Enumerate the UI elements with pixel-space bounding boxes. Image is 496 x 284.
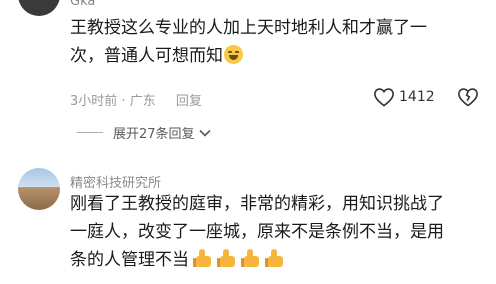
reply-button[interactable]: 回复 — [176, 94, 202, 109]
dislike-button[interactable] — [457, 87, 479, 107]
avatar[interactable] — [18, 168, 60, 210]
username[interactable]: Gka — [70, 0, 95, 9]
comment-text: 王教授这么专业的人加上天时地利人和才赢了一 次，普通人可想而知 — [70, 14, 490, 70]
comment-line: 王教授这么专业的人加上天时地利人和才赢了一 — [70, 18, 427, 38]
broken-heart-icon — [458, 88, 478, 107]
expand-replies-label: 展开27条回复 — [113, 127, 195, 142]
thumbs-up-icon — [265, 248, 285, 268]
thumbs-up-icon — [241, 248, 261, 268]
grinning-sweat-emoji-icon — [224, 45, 243, 64]
like-button[interactable]: 1412 — [373, 87, 435, 107]
timestamp: 3小时前 — [70, 94, 118, 109]
avatar[interactable] — [18, 0, 60, 16]
replies-divider — [77, 132, 103, 133]
comment-meta: 3小时前 · 广东 回复 — [70, 90, 202, 109]
location: 广东 — [129, 94, 156, 109]
comment-text: 刚看了王教授的庭审，非常的精彩，用知识挑战了 一庭人，改变了一座城，原来不是条例… — [70, 190, 490, 274]
separator: · — [121, 94, 126, 109]
chevron-down-icon — [198, 129, 211, 137]
comment-line: 一庭人，改变了一座城，原来不是条例不当，是用 — [70, 222, 444, 242]
thumbs-up-icon — [193, 248, 213, 268]
comment-line: 条的人管理不当 — [70, 250, 189, 270]
username[interactable]: 精密科技研究所 — [70, 172, 161, 191]
like-count: 1412 — [399, 89, 435, 105]
thumbs-up-icon — [217, 248, 237, 268]
comment-line: 次，普通人可想而知 — [70, 46, 223, 66]
expand-replies-button[interactable]: 展开27条回复 — [113, 123, 211, 142]
heart-icon — [374, 88, 394, 107]
comment-line: 刚看了王教授的庭审，非常的精彩，用知识挑战了 — [70, 194, 444, 214]
